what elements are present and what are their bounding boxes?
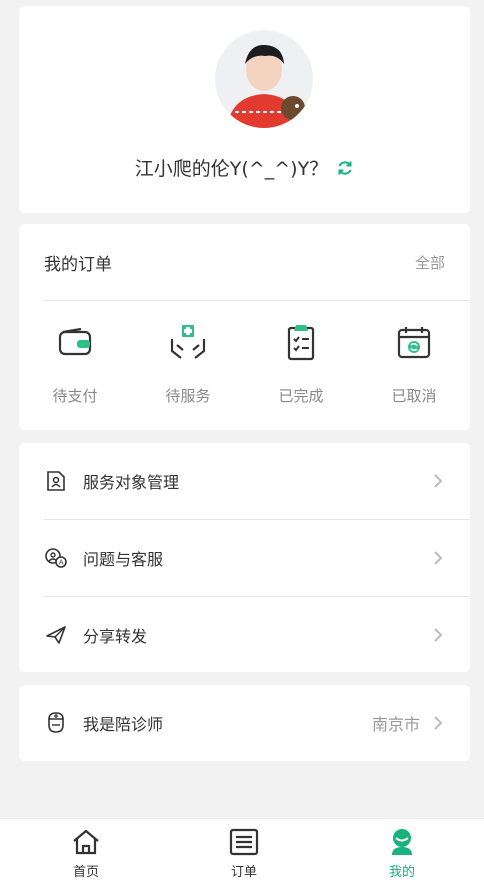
- order-status-pending-service[interactable]: 待服务: [132, 322, 244, 406]
- order-status-label: 已完成: [278, 387, 324, 405]
- chevron-right-icon: [428, 550, 448, 566]
- medical-hands-icon: [168, 322, 208, 362]
- profile-icon: [387, 827, 417, 857]
- customer-service-icon: A: [44, 546, 68, 570]
- avatar[interactable]: [215, 30, 313, 128]
- profile-page: 江小爬的伦Y(^_^)Y？ 我的订单 全部 待支付 待服务 已完成 已取消 服务…: [0, 0, 484, 883]
- orders-header: 我的订单 全部: [44, 250, 445, 275]
- calendar-cancel-icon: [394, 322, 434, 362]
- tab-bar: 首页 订单 我的: [0, 818, 484, 883]
- profile-card: 江小爬的伦Y(^_^)Y？: [19, 6, 470, 213]
- tab-me[interactable]: 我的: [362, 827, 442, 880]
- orders-all-link[interactable]: 全部: [415, 252, 445, 273]
- menu-item-share[interactable]: 分享转发: [44, 597, 470, 673]
- menu-item-label: 服务对象管理: [83, 473, 180, 492]
- escort-doctor-card: 我是陪诊师 南京市: [19, 685, 470, 761]
- tab-orders[interactable]: 订单: [204, 827, 284, 880]
- menu-card: 服务对象管理 A 问题与客服 分享转发: [19, 443, 470, 672]
- list-icon: [229, 827, 259, 857]
- doctor-icon: [44, 711, 68, 735]
- orders-title: 我的订单: [44, 255, 112, 275]
- menu-item-label: 问题与客服: [83, 550, 164, 569]
- menu-item-escort-doctor[interactable]: 我是陪诊师 南京市: [44, 685, 470, 761]
- menu-item-label: 分享转发: [83, 627, 148, 646]
- profile-name: 江小爬的伦Y(^_^)Y？: [134, 158, 329, 180]
- svg-text:A: A: [59, 559, 64, 567]
- order-status-pending-payment[interactable]: 待支付: [19, 322, 131, 406]
- orders-card: 我的订单 全部 待支付 待服务 已完成 已取消: [19, 224, 470, 430]
- order-status-label: 已取消: [391, 387, 437, 405]
- person-document-icon: [44, 469, 68, 493]
- order-status-cancelled[interactable]: 已取消: [358, 322, 470, 406]
- menu-item-label: 我是陪诊师: [83, 715, 164, 734]
- menu-item-customer-service[interactable]: A 问题与客服: [44, 520, 470, 596]
- order-status-completed[interactable]: 已完成: [245, 322, 357, 406]
- menu-item-service-target[interactable]: 服务对象管理: [44, 443, 470, 519]
- chevron-right-icon: [428, 473, 448, 489]
- profile-name-row: 江小爬的伦Y(^_^)Y？: [19, 154, 470, 181]
- clipboard-check-icon: [281, 322, 321, 362]
- send-icon: [44, 623, 68, 647]
- refresh-icon[interactable]: [336, 159, 354, 177]
- tab-label: 首页: [72, 865, 99, 880]
- chevron-right-icon: [428, 715, 448, 731]
- tab-label: 订单: [230, 865, 257, 880]
- order-status-label: 待服务: [165, 387, 211, 405]
- tab-home[interactable]: 首页: [46, 827, 126, 880]
- divider: [44, 300, 470, 301]
- tab-label: 我的: [388, 865, 415, 880]
- chevron-right-icon: [428, 627, 448, 643]
- order-status-label: 待支付: [52, 387, 98, 405]
- home-icon: [71, 827, 101, 857]
- city-value: 南京市: [371, 715, 420, 734]
- wallet-icon: [55, 322, 95, 362]
